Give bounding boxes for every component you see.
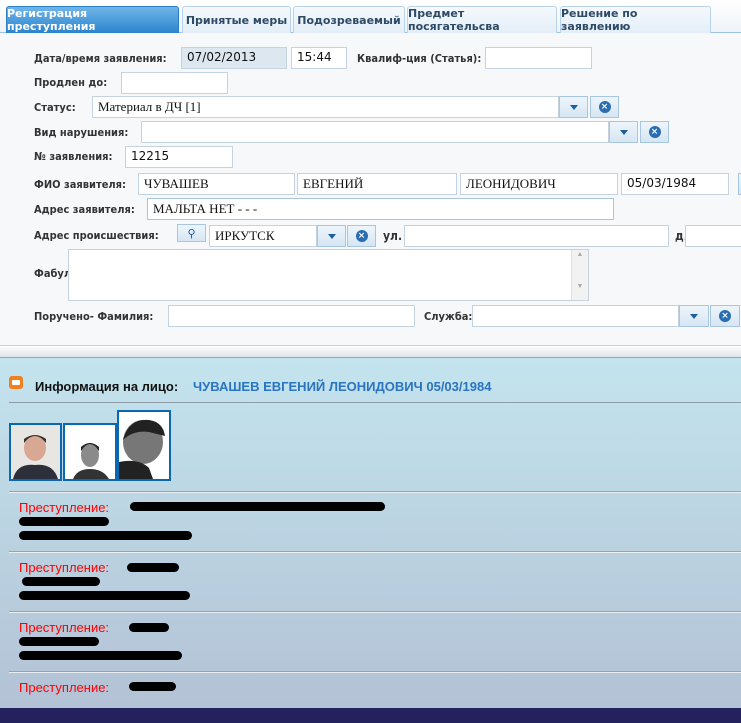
record-crime-label: Преступление: [19,560,110,575]
clear-icon: × [719,310,731,322]
fabula-textarea[interactable]: ▲ ▼ [68,249,589,301]
person-portrait-icon [65,425,115,479]
street-label: ул. [383,229,403,243]
city-clear-button[interactable]: × [347,225,376,247]
qualif-label: Квалиф-ция (Статья): [357,52,482,65]
redacted-text [19,637,99,646]
redacted-text [129,682,176,691]
clear-icon: × [598,101,611,113]
tab-bar: Регистрация преступления Принятые меры П… [0,0,741,33]
violation-select[interactable] [141,121,609,143]
divider [9,671,741,673]
violation-label: Вид нарушения: [34,126,129,139]
registration-panel: Регистрация преступления Принятые меры П… [0,0,741,346]
service-select[interactable] [472,305,679,327]
house-field[interactable] [685,225,741,247]
redacted-text [130,502,385,511]
service-clear-button[interactable]: × [710,305,740,327]
tab-measures[interactable]: Принятые меры [182,6,291,33]
chevron-down-icon [569,104,578,110]
photo-1[interactable] [9,423,62,481]
printer-icon[interactable] [9,376,23,389]
date-field[interactable]: 07/02/2013 [181,47,287,69]
photo-3[interactable] [117,410,171,481]
service-dropdown-button[interactable] [679,305,709,327]
violation-dropdown-button[interactable] [609,121,638,143]
clear-icon: × [355,230,368,242]
info-label: Информация на лицо: [35,379,179,394]
redacted-text [22,577,100,586]
redacted-text [19,517,109,526]
fabula-scrollbar[interactable]: ▲ ▼ [571,250,588,300]
extended-label: Продлен до: [34,76,108,89]
status-clear-button[interactable]: × [590,96,619,118]
record-crime-label: Преступление: [19,620,110,635]
redacted-text [129,623,169,632]
photo-2[interactable] [63,423,117,481]
tab-decision[interactable]: Решение по заявлению [560,6,711,33]
person-portrait-icon [11,425,60,479]
panel-splitter[interactable] [0,346,741,358]
redacted-text [19,651,182,660]
tab-suspect[interactable]: Подозреваемый [293,6,405,33]
city-dropdown-button[interactable] [317,225,346,247]
first-name-field[interactable]: ЕВГЕНИЙ [297,173,457,195]
redacted-text [19,591,190,600]
divider [9,551,741,553]
tab-crime-registration[interactable]: Регистрация преступления [6,6,179,33]
number-label: № заявления: [34,150,113,163]
search-icon: ⚲ [187,226,196,240]
address-search-button[interactable]: ⚲ [177,224,206,242]
divider [9,491,741,493]
redacted-text [19,531,192,540]
address-field[interactable]: МАЛЬТА НЕТ - - - [147,198,614,220]
birth-date-field[interactable]: 05/03/1984 [621,173,729,195]
record-crime-label: Преступление: [19,680,110,695]
person-portrait-icon [119,412,169,479]
divider [9,611,741,613]
status-dropdown-button[interactable] [559,96,588,118]
assigned-label: Поручено- Фамилия: [34,310,154,323]
assigned-field[interactable] [168,305,415,327]
status-label: Статус: [34,101,76,114]
last-name-field[interactable]: ЧУВАШЕВ [138,173,295,195]
chevron-down-icon [690,313,698,319]
status-select[interactable]: Материал в ДЧ [1] [92,96,559,118]
address-label: Адрес заявителя: [34,203,135,216]
street-field[interactable] [404,225,669,247]
person-info-panel: Информация на лицо: ЧУВАШЕВ ЕВГЕНИЙ ЛЕОН… [0,358,741,708]
redacted-text [127,563,179,572]
chevron-down-icon [619,129,628,135]
city-select[interactable]: ИРКУТСК [209,225,317,247]
fio-label: ФИО заявителя: [34,178,126,191]
incident-label: Адрес происшествия: [34,229,159,242]
middle-name-field[interactable]: ЛЕОНИДОВИЧ [460,173,618,195]
clear-icon: × [648,126,661,138]
qualif-field[interactable] [485,47,592,69]
violation-clear-button[interactable]: × [640,121,669,143]
footer-bar [0,708,741,723]
number-field[interactable]: 12215 [125,146,233,168]
time-field[interactable]: 15:44 [291,47,347,69]
extended-field[interactable] [121,72,228,94]
person-name: ЧУВАШЕВ ЕВГЕНИЙ ЛЕОНИДОВИЧ 05/03/1984 [193,379,492,394]
date-label: Дата/время заявления: [34,52,167,65]
tab-subject[interactable]: Предмет посягательсва [407,6,557,33]
divider [9,402,741,403]
chevron-down-icon [327,233,336,239]
service-label: Служба: [424,310,473,323]
record-crime-label: Преступление: [19,500,110,515]
